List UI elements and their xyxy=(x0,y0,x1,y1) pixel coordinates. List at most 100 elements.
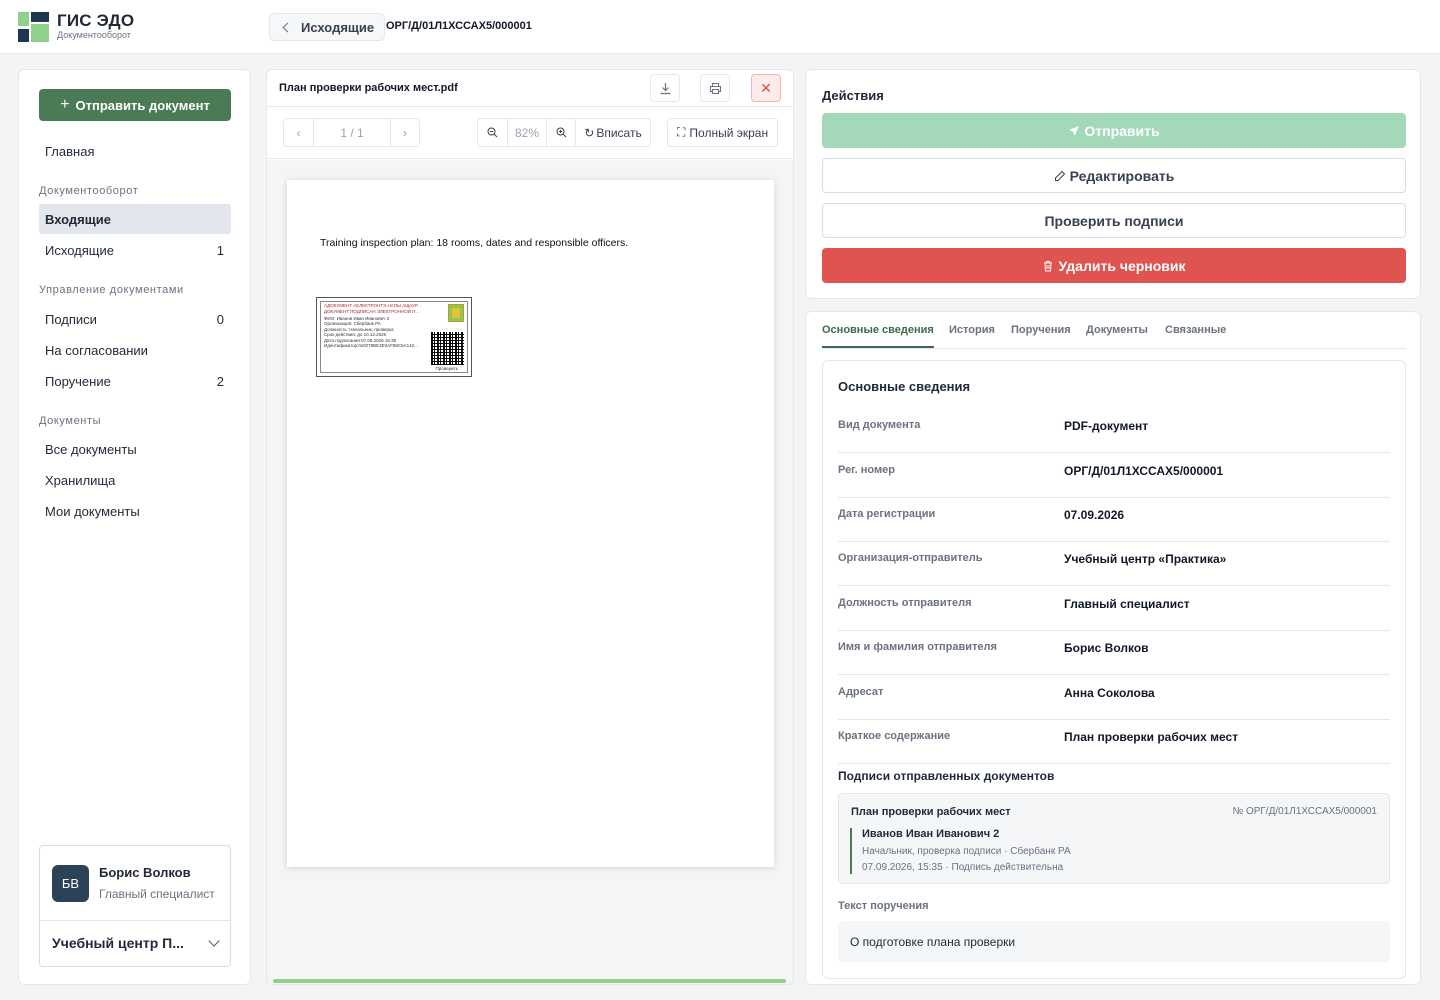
main-info-card: Основные сведения Вид документа PDF-доку… xyxy=(822,360,1406,979)
prev-page-button[interactable]: ‹ xyxy=(284,119,314,146)
zoom-out-button[interactable] xyxy=(478,119,508,146)
back-button[interactable]: Исходящие xyxy=(269,13,386,41)
next-page-button[interactable]: › xyxy=(391,119,419,146)
zoom-in-button[interactable] xyxy=(547,119,576,146)
sidebar-item-label: Входящие xyxy=(45,211,111,227)
fit-button[interactable]: ↻ Вписать xyxy=(576,119,650,146)
active-tab-indicator xyxy=(822,346,934,348)
edit-button[interactable]: Редактировать xyxy=(822,158,1406,193)
download-icon xyxy=(660,82,670,94)
send-button[interactable]: Отправить xyxy=(822,113,1406,148)
sidebar-item-count: 0 xyxy=(216,311,224,327)
info-row: Организация-отправитель Учебный центр «П… xyxy=(838,542,1390,586)
signature-status: 07.09.2026, 15:35 · Подпись действительн… xyxy=(862,862,1064,873)
signature-stamp: АДОКУМЕНТ АЕЛЕКТРОНТЭ НАПЫ АЩАУР... ДОКУ… xyxy=(316,297,472,377)
brand-subtitle: Документооборот xyxy=(57,30,131,40)
zoom-out-icon xyxy=(487,127,498,138)
trash-icon xyxy=(1044,260,1053,271)
info-row: Рег. номер ОРГ/Д/01Л1ХССАХ5/000001 xyxy=(838,454,1390,498)
sidebar-section-title: Управление документами xyxy=(39,284,184,296)
app-logo-icon[interactable] xyxy=(18,12,49,42)
viewer-header: План проверки рабочих мест.pdf ✕ xyxy=(267,70,793,107)
details-panel: Основные сведения История Поручения Доку… xyxy=(805,311,1421,985)
info-row: Дата регистрации 07.09.2026 xyxy=(838,498,1390,542)
page-indicator[interactable]: 1 / 1 xyxy=(314,119,391,146)
sidebar-item-signatures[interactable]: Подписи 0 xyxy=(39,304,231,334)
stamp-header-line: АДОКУМЕНТ АЕЛЕКТРОНТЭ НАПЫ АЩАУР... xyxy=(324,303,421,308)
signer-name: Иванов Иван Иванович 2 xyxy=(862,828,1000,840)
info-row: Адресат Анна Соколова xyxy=(838,676,1390,720)
tab-documents[interactable]: Документы xyxy=(1086,324,1148,336)
sidebar-section-title: Документы xyxy=(39,415,102,427)
sidebar-item-label: Мои документы xyxy=(45,503,140,519)
horizontal-scrollbar[interactable] xyxy=(273,979,786,983)
sidebar-item-storage[interactable]: Хранилища xyxy=(39,465,231,495)
info-row-label: Вид документа xyxy=(838,419,921,431)
page-navigation: ‹ 1 / 1 › xyxy=(283,118,420,147)
print-button[interactable] xyxy=(700,74,730,102)
user-card: БВ Борис Волков Главный специалист Учебн… xyxy=(39,845,231,967)
print-icon xyxy=(709,82,721,94)
delete-draft-label: Удалить черновик xyxy=(1058,257,1186,274)
zoom-controls: 82% ↻ Вписать xyxy=(477,118,651,147)
user-name: Борис Волков xyxy=(99,865,191,880)
sidebar-item-assignment[interactable]: Поручение 2 xyxy=(39,366,231,396)
document-id: ОРГ/Д/01Л1ХССАХ5/000001 xyxy=(386,20,532,32)
info-row-label: Краткое содержание xyxy=(838,730,951,742)
sidebar-item-my-documents[interactable]: Мои документы xyxy=(39,496,231,526)
delete-draft-button[interactable]: Удалить черновик xyxy=(822,248,1406,283)
close-button[interactable]: ✕ xyxy=(751,74,781,102)
tab-main-info[interactable]: Основные сведения xyxy=(822,324,934,336)
sidebar-item-label: Все документы xyxy=(45,441,137,457)
brand-title: ГИС ЭДО xyxy=(57,11,135,30)
tab-related[interactable]: Связанные xyxy=(1165,324,1226,336)
back-button-label: Исходящие xyxy=(301,19,375,35)
section-title: Основные сведения xyxy=(838,379,971,394)
info-row: Краткое содержание План проверки рабочих… xyxy=(838,720,1390,764)
download-button[interactable] xyxy=(650,74,680,102)
zoom-in-icon xyxy=(556,127,566,138)
verify-signatures-button[interactable]: Проверить подписи xyxy=(822,203,1406,238)
sidebar-item-all-documents[interactable]: Все документы xyxy=(39,434,231,464)
sidebar-item-label: На согласовании xyxy=(45,342,148,358)
chevron-down-icon xyxy=(208,935,220,947)
tab-assignments[interactable]: Поручения xyxy=(1011,324,1071,336)
task-text-box: О подготовке плана проверки xyxy=(838,921,1390,962)
organization-select[interactable]: Учебный центр П... xyxy=(52,935,220,951)
sidebar-section-title: Документооборот xyxy=(39,185,139,197)
avatar: БВ xyxy=(52,865,89,902)
emblem-icon xyxy=(448,304,464,322)
pen-icon xyxy=(1054,170,1065,181)
tab-history[interactable]: История xyxy=(949,324,995,336)
sidebar-item-label: Исходящие xyxy=(45,242,114,258)
user-role: Главный специалист xyxy=(99,887,215,901)
send-document-button[interactable]: + Отправить документ xyxy=(39,89,231,121)
sidebar-item-count: 2 xyxy=(216,373,224,389)
top-bar: ГИС ЭДО Документооборот Исходящие ОРГ/Д/… xyxy=(0,0,1440,54)
info-row-label: Должность отправителя xyxy=(838,597,972,609)
task-text: О подготовке плана проверки xyxy=(850,935,1016,949)
sidebar-item-label: Поручение xyxy=(45,373,111,389)
info-row-value: PDF-документ xyxy=(1064,419,1149,433)
chevron-left-icon xyxy=(282,22,293,32)
fullscreen-button-label: Полный экран xyxy=(689,125,769,140)
actions-panel: Действия Отправить Редактировать Провери… xyxy=(805,69,1421,299)
file-name: План проверки рабочих мест.pdf xyxy=(279,82,458,94)
sidebar-item-outgoing[interactable]: Исходящие 1 xyxy=(39,235,231,265)
fullscreen-button[interactable]: ⛶ Полный экран xyxy=(667,118,779,147)
info-row-label: Организация-отправитель xyxy=(838,552,983,564)
info-row: Вид документа PDF-документ xyxy=(838,409,1390,453)
task-text-title: Текст поручения xyxy=(838,900,929,912)
signature-card: План проверки рабочих мест № ОРГ/Д/01Л1Х… xyxy=(838,793,1390,884)
actions-title: Действия xyxy=(822,88,884,103)
info-row: Должность отправителя Главный специалист xyxy=(838,587,1390,631)
page-text: Training inspection plan: 18 rooms, date… xyxy=(320,237,629,249)
sidebar-item-incoming[interactable]: Входящие xyxy=(39,204,231,234)
sidebar-item-approval[interactable]: На согласовании xyxy=(39,335,231,365)
signature-doc-name: План проверки рабочих мест xyxy=(851,806,1011,818)
info-row-label: Рег. номер xyxy=(838,464,895,476)
close-icon: ✕ xyxy=(760,79,772,96)
document-canvas[interactable]: Training inspection plan: 18 rooms, date… xyxy=(267,160,793,984)
sidebar-item-home[interactable]: Главная xyxy=(39,136,231,166)
send-button-label: Отправить xyxy=(1084,122,1160,139)
